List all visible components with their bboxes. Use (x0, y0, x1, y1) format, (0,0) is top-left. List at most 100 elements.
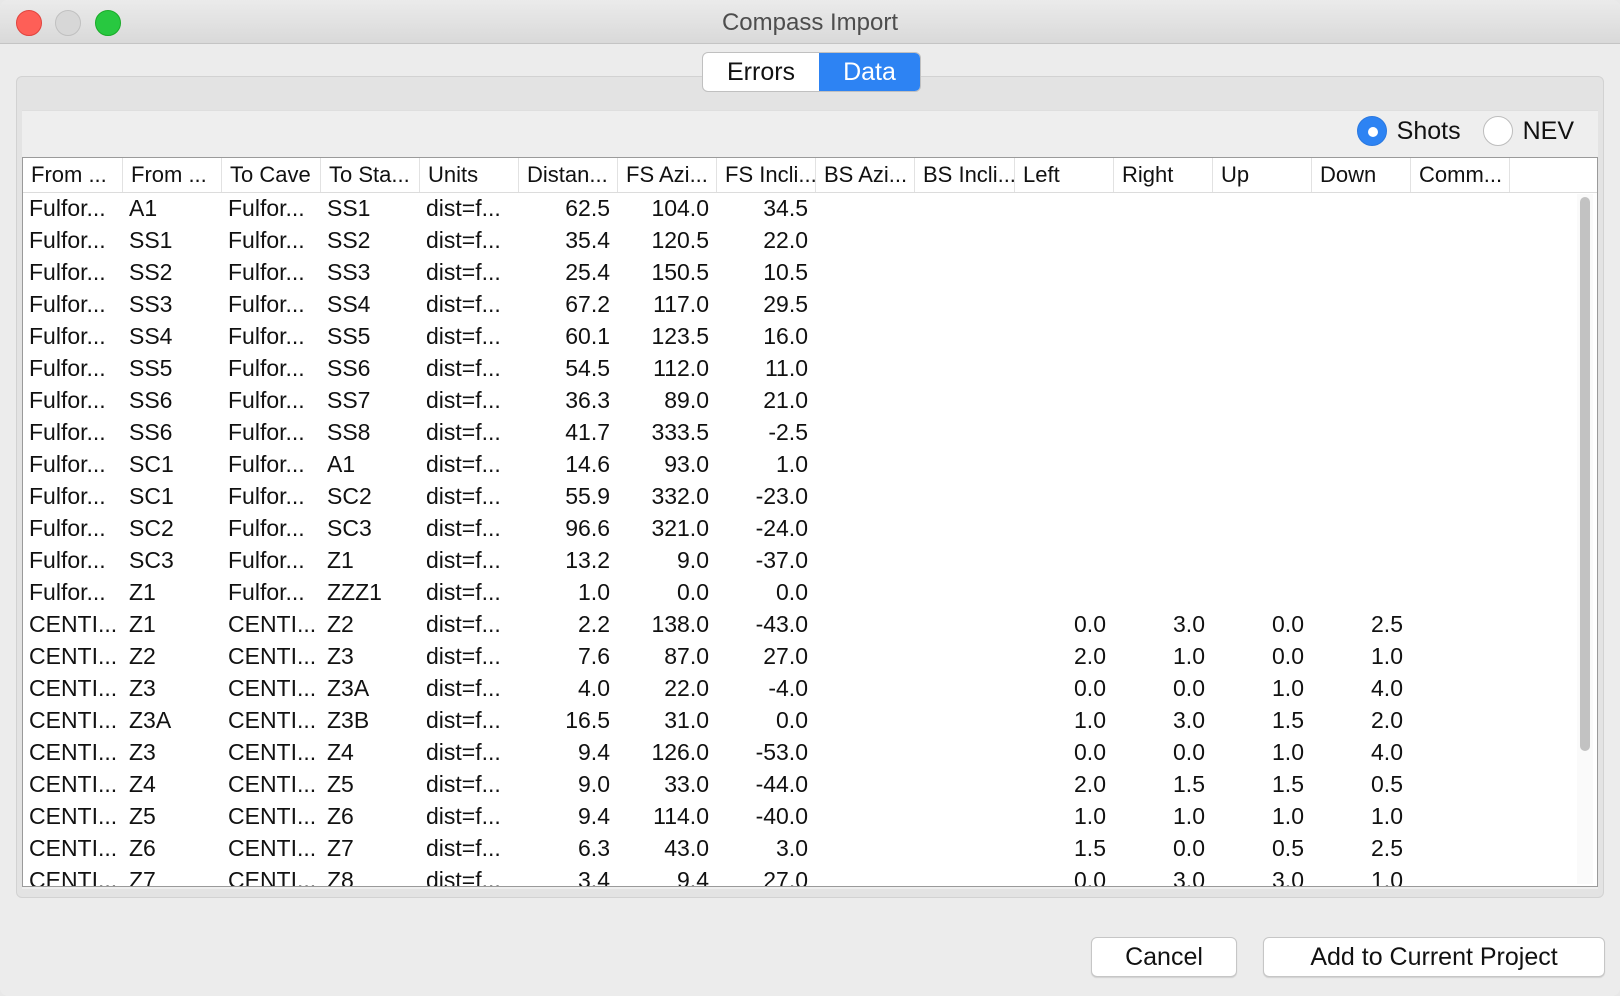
vertical-scrollbar[interactable] (1577, 194, 1593, 884)
table-cell: Fulfor... (29, 547, 106, 573)
column-header[interactable]: BS Incli... (915, 158, 1015, 192)
table-cell: Fulfor... (228, 547, 305, 573)
table-cell: 0.0 (1074, 867, 1106, 887)
column-header[interactable]: Comm... (1411, 158, 1510, 192)
table-row[interactable]: CENTI... Z1 CENTI... Z2 dist=f... 2.2 138.0 -43… (23, 608, 1571, 640)
table-cell: dist=f... (426, 803, 501, 829)
add-to-current-project-button[interactable]: Add to Current Project (1263, 937, 1605, 977)
table-row[interactable]: Fulfor... SS5 Fulfor... SS6 dist=f... 54.5 112… (23, 352, 1571, 384)
table-row[interactable]: Fulfor... SS4 Fulfor... SS5 dist=f... 60.1 123… (23, 320, 1571, 352)
table-row[interactable]: Fulfor... SS6 Fulfor... SS7 dist=f... 36.3 89.… (23, 384, 1571, 416)
table-cell: 1.0 (1074, 803, 1106, 829)
table-cell (1411, 832, 1510, 864)
table-row[interactable]: Fulfor... SS2 Fulfor... SS3 dist=f... 25.4 150… (23, 256, 1571, 288)
table-cell: Z3A (129, 707, 172, 733)
table-cell (816, 224, 915, 256)
table-cell (1411, 640, 1510, 672)
table-cell (915, 544, 1015, 576)
table-row[interactable]: CENTI... Z4 CENTI... Z5 dist=f... 9.0 33.0 -44.… (23, 768, 1571, 800)
radio-selected-icon[interactable] (1356, 116, 1387, 146)
column-header[interactable]: Down (1312, 158, 1411, 192)
table-cell (1114, 224, 1213, 256)
table-cell (816, 512, 915, 544)
radio-shots[interactable]: Shots (1356, 116, 1461, 146)
table-cell (915, 576, 1015, 608)
table-row[interactable]: Fulfor... SS1 Fulfor... SS2 dist=f... 35.4 120… (23, 224, 1571, 256)
table-cell (915, 192, 1015, 224)
table-cell (816, 800, 915, 832)
column-header[interactable]: Left (1015, 158, 1114, 192)
table-cell (1015, 256, 1114, 288)
view-mode-radio-group: Shots NEV (1356, 116, 1574, 146)
table-cell: Z7 (327, 835, 354, 861)
table-cell: 3.0 (1173, 611, 1205, 637)
table-cell: dist=f... (426, 387, 501, 413)
column-header[interactable]: To Sta... (321, 158, 420, 192)
column-header[interactable]: Units (420, 158, 519, 192)
table-row[interactable]: Fulfor... A1 Fulfor... SS1 dist=f... 62.5 104.… (23, 192, 1571, 224)
column-header[interactable]: To Cave (222, 158, 321, 192)
table-cell: CENTI... (228, 611, 317, 637)
radio-nev[interactable]: NEV (1482, 116, 1574, 146)
column-header[interactable]: Up (1213, 158, 1312, 192)
column-header[interactable]: From ... (23, 158, 123, 192)
column-header[interactable]: FS Incli... (717, 158, 816, 192)
table-cell: dist=f... (426, 259, 501, 285)
table-cell (1015, 224, 1114, 256)
table-cell (1411, 288, 1510, 320)
table-row[interactable]: CENTI... Z5 CENTI... Z6 dist=f... 9.4 114.0 -40… (23, 800, 1571, 832)
table-cell: CENTI... (228, 771, 317, 797)
table-cell: 0.0 (1272, 643, 1304, 669)
table-row[interactable]: Fulfor... Z1 Fulfor... ZZZ1 dist=f... 1.0 0.0 0… (23, 576, 1571, 608)
table-cell (1114, 480, 1213, 512)
table-cell: Fulfor... (228, 195, 305, 221)
table-row[interactable]: Fulfor... SC1 Fulfor... A1 dist=f... 14.6 93.0… (23, 448, 1571, 480)
table-cell (816, 480, 915, 512)
table-cell: ZZZ1 (327, 579, 382, 605)
table-cell (816, 256, 915, 288)
table-cell: 1.0 (1371, 803, 1403, 829)
table-cell (816, 672, 915, 704)
column-header[interactable]: Right (1114, 158, 1213, 192)
table-row[interactable]: CENTI... Z3A CENTI... Z3B dist=f... 16.5 31.0 0… (23, 704, 1571, 736)
table-cell (1015, 384, 1114, 416)
table-cell: 9.0 (578, 771, 610, 797)
table-cell: 0.5 (1371, 771, 1403, 797)
table-row[interactable]: CENTI... Z7 CENTI... Z8 dist=f... 3.4 9.4 27.0 0… (23, 864, 1571, 887)
table-row[interactable]: Fulfor... SC3 Fulfor... Z1 dist=f... 13.2 9.0 -… (23, 544, 1571, 576)
column-header[interactable]: BS Azi... (816, 158, 915, 192)
table-cell (1114, 384, 1213, 416)
table-row[interactable]: CENTI... Z3 CENTI... Z4 dist=f... 9.4 126.0 -53… (23, 736, 1571, 768)
table-cell (816, 704, 915, 736)
tab-data[interactable]: Data (819, 53, 920, 91)
table-cell: 2.0 (1074, 771, 1106, 797)
table-cell: 150.5 (651, 259, 709, 285)
table-row[interactable]: CENTI... Z2 CENTI... Z3 dist=f... 7.6 87.0 27.0… (23, 640, 1571, 672)
radio-unselected-icon[interactable] (1482, 116, 1513, 146)
table-cell: 1.0 (776, 451, 808, 477)
scrollbar-thumb[interactable] (1580, 197, 1590, 751)
table-cell: Fulfor... (228, 259, 305, 285)
table-cell: Fulfor... (29, 323, 106, 349)
table-cell: 2.0 (1371, 707, 1403, 733)
table-row[interactable]: Fulfor... SS6 Fulfor... SS8 dist=f... 41.7 333… (23, 416, 1571, 448)
column-header[interactable]: Distan... (519, 158, 618, 192)
table-cell: -53.0 (755, 739, 808, 765)
table-cell: SS3 (327, 259, 371, 285)
table-row[interactable]: Fulfor... SC2 Fulfor... SC3 dist=f... 96.6 321… (23, 512, 1571, 544)
table-row[interactable]: CENTI... Z6 CENTI... Z7 dist=f... 6.3 43.0 3.0 1… (23, 832, 1571, 864)
table-cell: 1.5 (1272, 707, 1304, 733)
table-cell (1312, 288, 1411, 320)
table-cell: Fulfor... (228, 387, 305, 413)
table-row[interactable]: CENTI... Z3 CENTI... Z3A dist=f... 4.0 22.0 -4.… (23, 672, 1571, 704)
table-cell: 93.0 (664, 451, 709, 477)
column-header[interactable]: From ... (123, 158, 222, 192)
table-row[interactable]: Fulfor... SS3 Fulfor... SS4 dist=f... 67.2 117… (23, 288, 1571, 320)
cancel-button[interactable]: Cancel (1091, 937, 1237, 977)
radio-nev-label: NEV (1522, 116, 1574, 145)
column-header[interactable]: FS Azi... (618, 158, 717, 192)
table-cell (1411, 416, 1510, 448)
tab-errors[interactable]: Errors (703, 53, 819, 91)
table-cell: Z3 (327, 643, 354, 669)
table-row[interactable]: Fulfor... SC1 Fulfor... SC2 dist=f... 55.9 332… (23, 480, 1571, 512)
